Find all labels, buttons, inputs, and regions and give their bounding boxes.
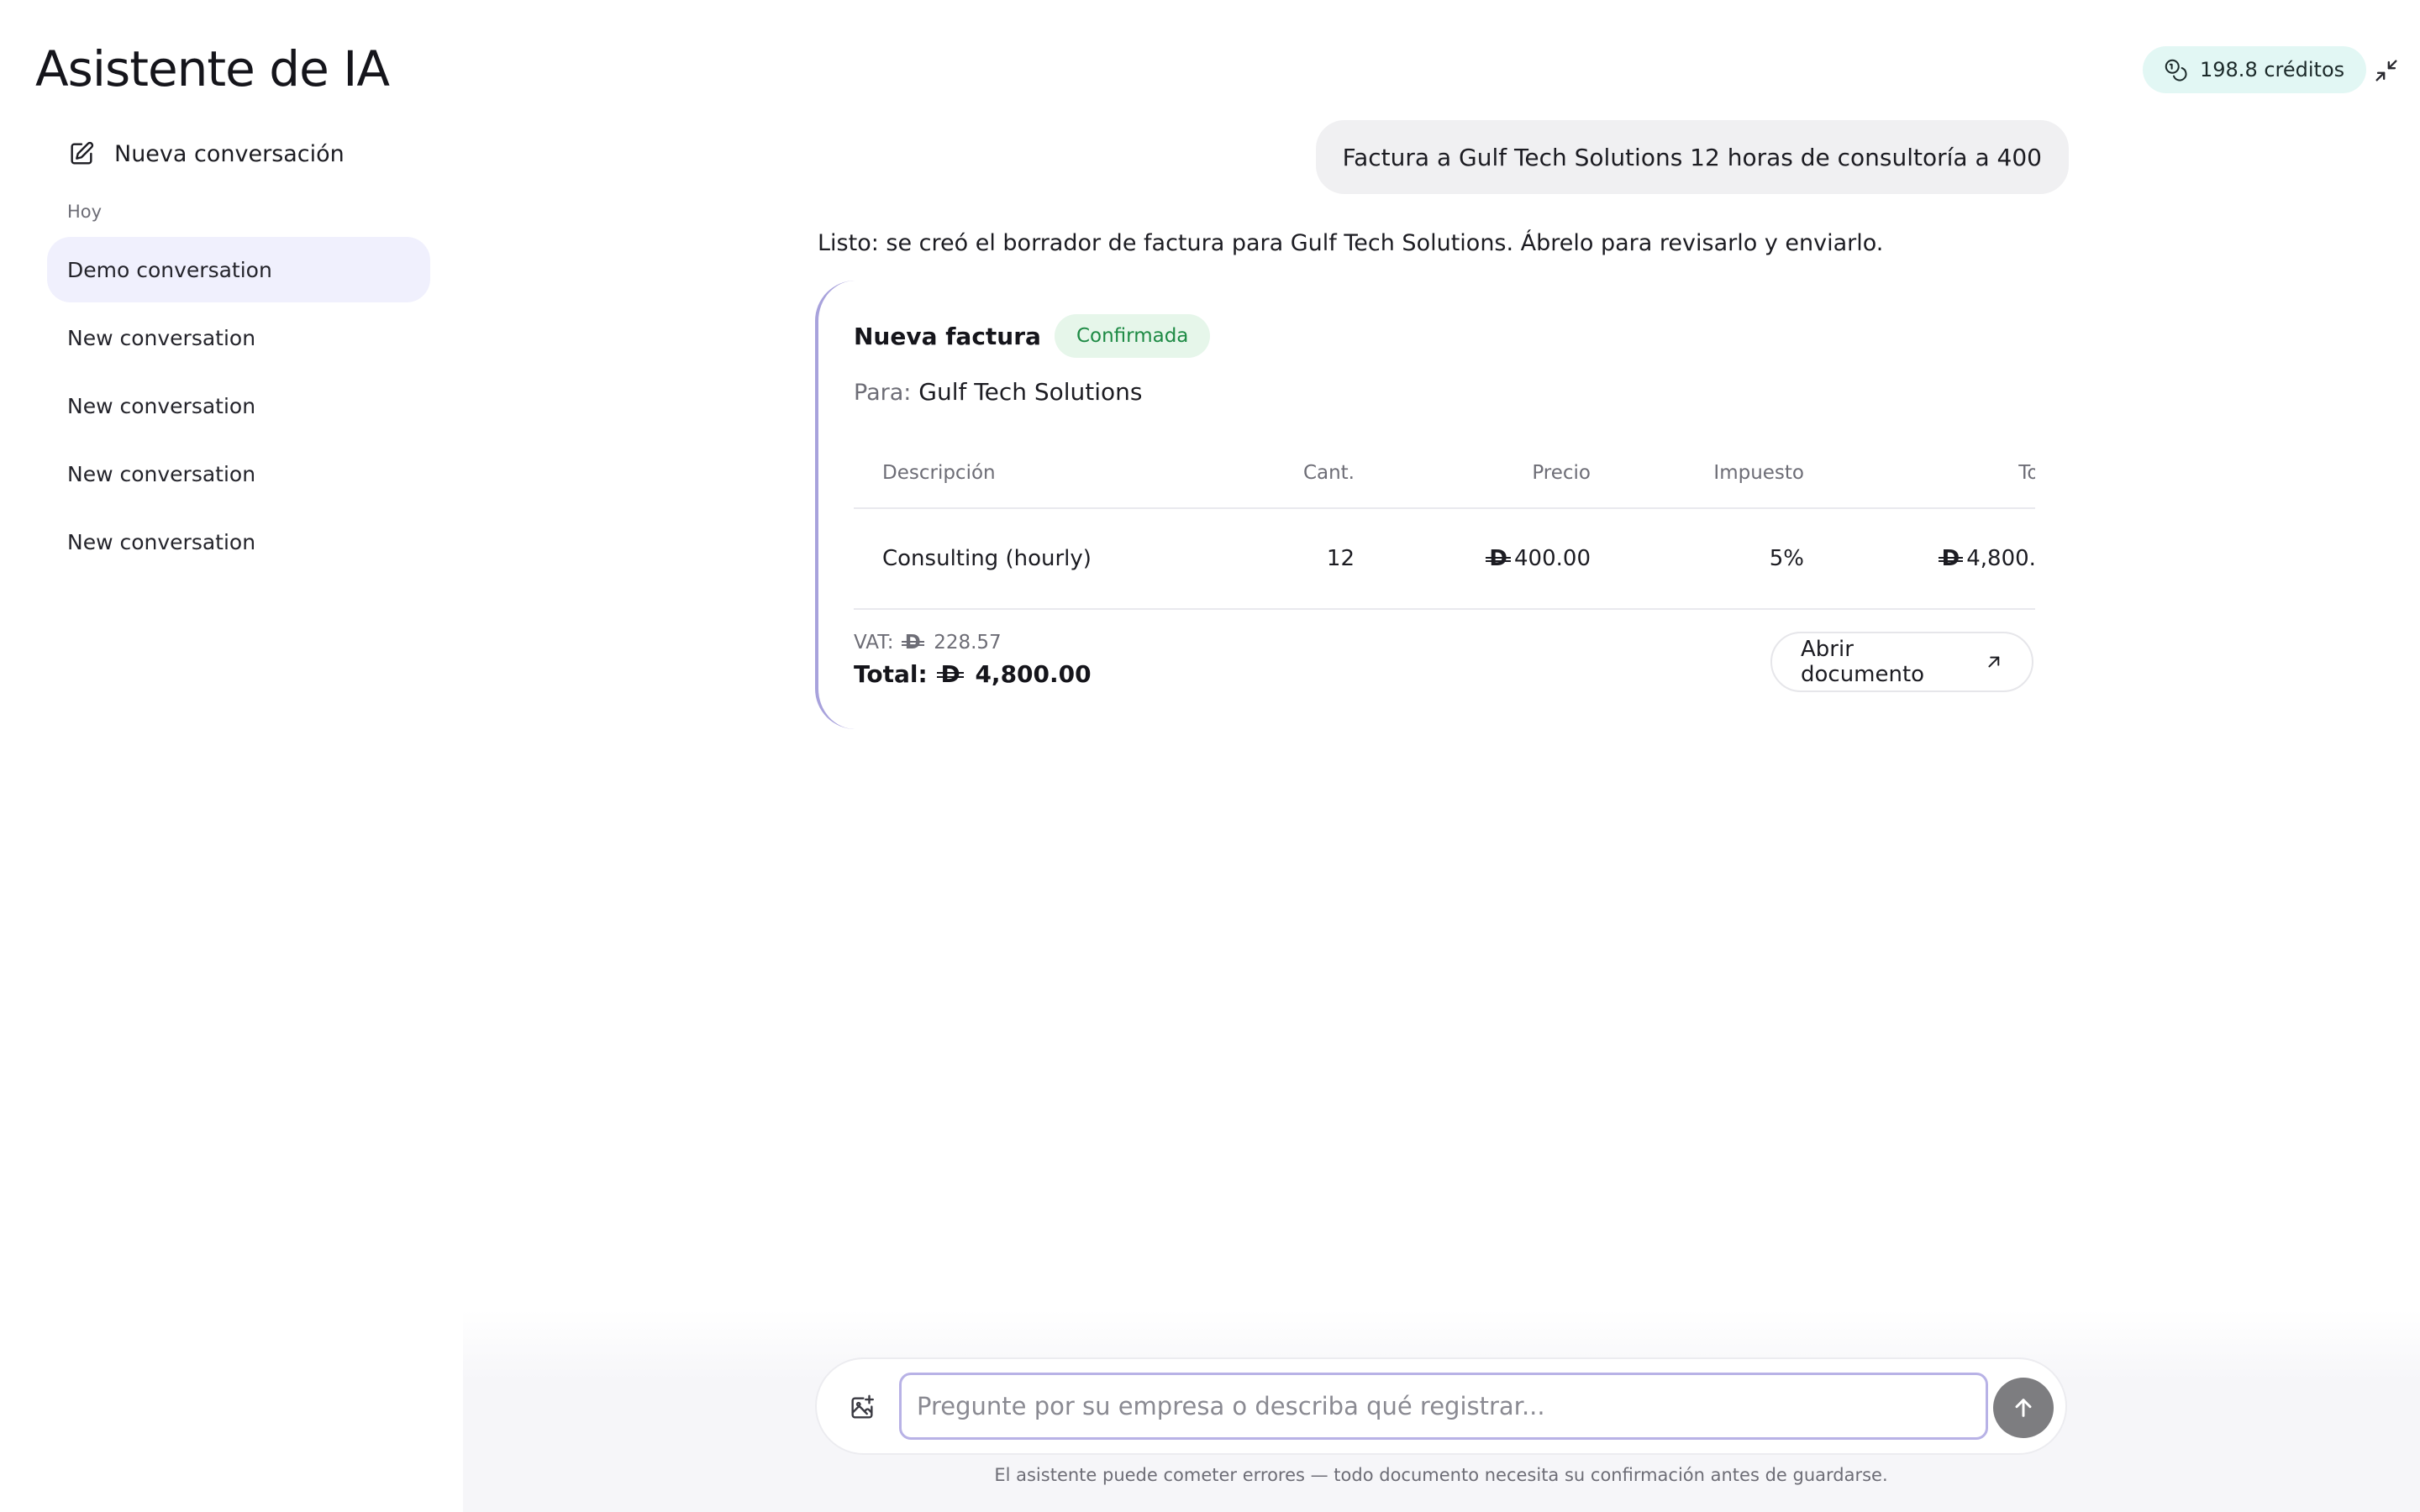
table-header-row: Descripción Cant. Precio Impuesto Total [854,438,2035,509]
arrow-up-right-icon [1988,656,2000,668]
line-description: Consulting (hourly) [882,546,1092,571]
recipient-name: Gulf Tech Solutions [918,378,1143,406]
total-value: 4,800.00 [975,660,1092,688]
conversation-item[interactable]: New conversation [47,305,430,370]
composer [815,1357,2067,1455]
line-tax: 5% [1769,546,1804,571]
prompt-input[interactable] [899,1373,1988,1440]
invoice-table: Descripción Cant. Precio Impuesto Total … [854,438,2035,610]
new-conversation-button[interactable]: Nueva conversación [67,134,345,173]
total-label: Total: [854,660,928,688]
user-message-bubble: Factura a Gulf Tech Solutions 12 horas d… [1315,120,2069,194]
section-label-today: Hoy [67,202,103,222]
image-plus-icon [851,1394,874,1419]
table-row: Consulting (hourly) 12 D 400.00 5% D 4,8… [854,509,2035,610]
column-header-quantity: Cant. [1302,462,1355,484]
app-title: Asistente de IA [35,40,390,97]
collapse-button[interactable] [2370,54,2403,87]
line-quantity: 12 [1326,546,1355,571]
invoice-card: Nueva factura Confirmada Para: Gulf Tech… [815,281,2035,729]
send-button[interactable] [1993,1378,2054,1438]
invoice-recipient: Para: Gulf Tech Solutions [854,378,1143,406]
conversation-item[interactable]: Demo conversation [47,237,430,302]
line-total: D 4,800.00 [1938,509,2035,608]
total-summary: Total: D 4,800.00 [854,660,1092,688]
disclaimer-text: El asistente puede cometer errores — tod… [994,1465,1888,1485]
user-message-text: Factura a Gulf Tech Solutions 12 horas d… [1342,143,2042,171]
minimize-arrows-icon [2375,60,2397,81]
arrow-up-icon [2015,1399,2032,1417]
open-document-button[interactable]: Abrir documento [1770,632,2033,692]
vat-label: VAT: [854,632,894,654]
open-document-label: Abrir documento [1801,637,1925,687]
status-badge: Confirmada [1054,314,1211,358]
credits-label: 198.8 créditos [2200,58,2345,81]
currency-symbol: D [901,632,925,654]
assistant-message: Listo: se creó el borrador de factura pa… [818,230,1884,256]
currency-symbol: D [1486,546,1511,571]
attach-image-button[interactable] [845,1391,879,1425]
new-conversation-label: Nueva conversación [114,140,345,167]
conversation-item[interactable]: New conversation [47,509,430,575]
conversation-list: Demo conversation New conversation New c… [47,237,430,577]
column-header-price: Precio [1532,462,1591,484]
currency-symbol: D [1938,546,1963,571]
vat-summary: VAT: D 228.57 [854,632,1002,654]
recipient-label: Para: [854,380,912,406]
column-header-description: Descripción [882,462,996,484]
column-header-tax: Impuesto [1713,462,1804,484]
invoice-title: Nueva factura [854,322,1041,350]
invoice-header: Nueva factura Confirmada [854,314,1211,358]
currency-symbol: D [937,660,964,688]
edit-square-icon [71,141,94,165]
column-header-total: Total [2018,462,2035,484]
coins-icon [2165,59,2187,81]
credits-badge[interactable]: 198.8 créditos [2143,46,2367,93]
line-price: D 400.00 [1486,509,1591,608]
conversation-item[interactable]: New conversation [47,441,430,507]
line-price-value: 400.00 [1514,546,1591,571]
conversation-item[interactable]: New conversation [47,373,430,438]
vat-value: 228.57 [934,632,1002,654]
line-total-value: 4,800.00 [1966,546,2035,571]
